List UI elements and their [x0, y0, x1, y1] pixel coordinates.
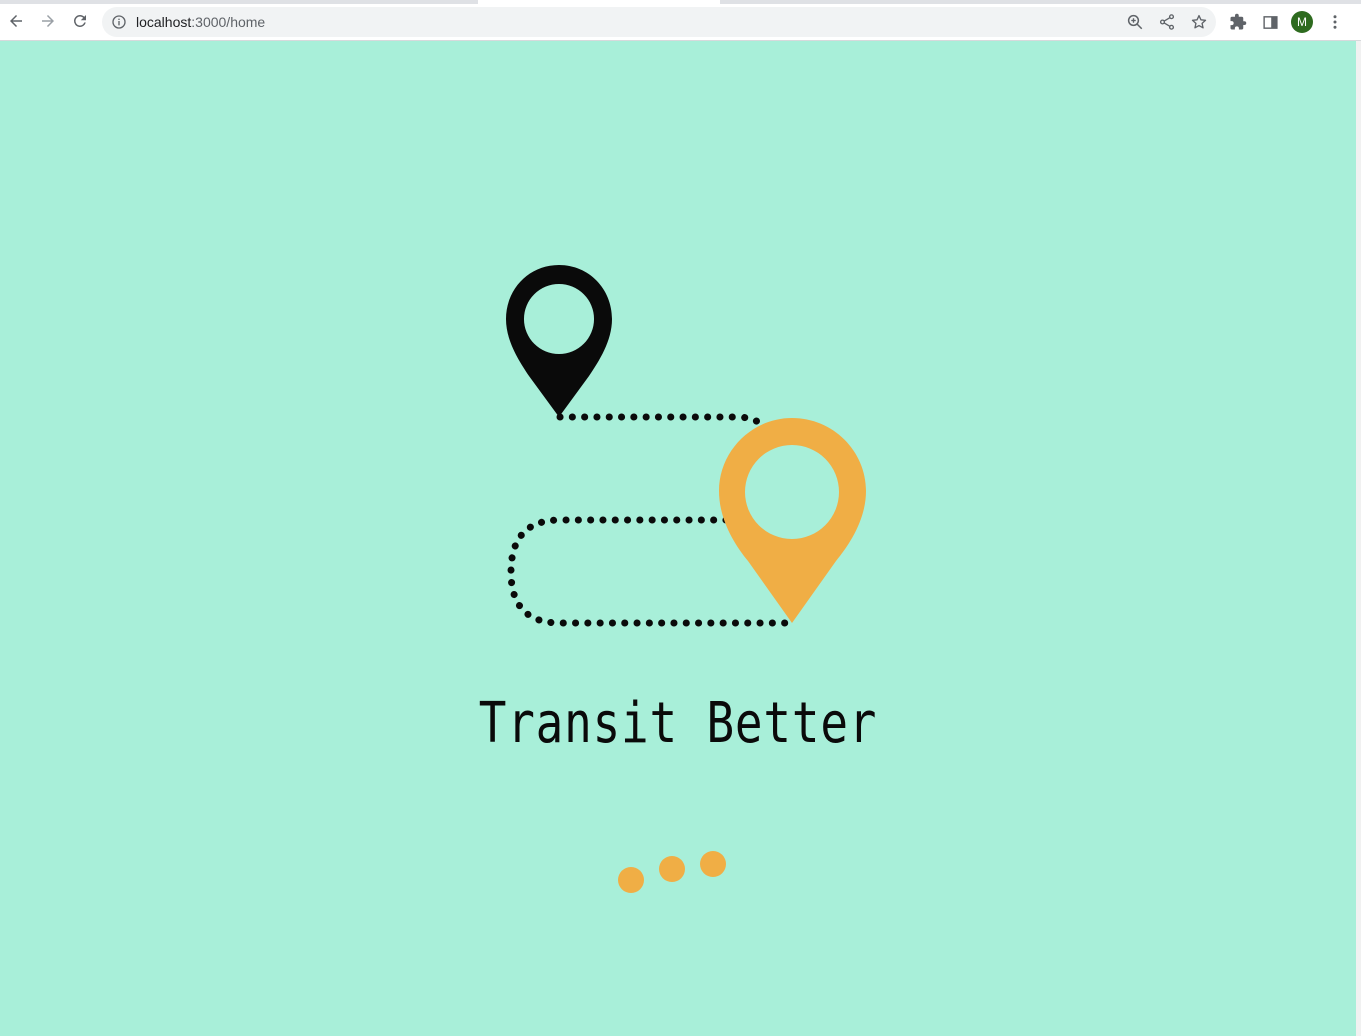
map-pin-icon [506, 265, 612, 417]
browser-window: localhost:3000/home M Transit Better [0, 0, 1361, 1036]
map-pin-icon [719, 418, 866, 623]
url-path: :3000/home [191, 14, 266, 30]
address-bar[interactable]: localhost:3000/home [102, 7, 1216, 37]
app-title: Transit Better [478, 691, 878, 756]
route-path [556, 413, 764, 427]
loading-dot [659, 856, 685, 882]
url-text[interactable]: localhost:3000/home [136, 14, 265, 30]
scrollbar[interactable] [1356, 41, 1361, 1036]
reload-icon [73, 14, 86, 27]
info-icon[interactable] [111, 14, 127, 30]
profile-avatar[interactable]: M [1291, 11, 1313, 33]
page-viewport: Transit Better [0, 41, 1356, 1036]
loading-dot [618, 867, 644, 893]
arrow-right-icon [42, 15, 54, 27]
kebab-menu-icon [1333, 15, 1337, 29]
zoom-in-icon[interactable] [1126, 13, 1144, 31]
reload-button[interactable] [68, 9, 92, 33]
loading-dot [700, 851, 726, 877]
side-panel-button[interactable] [1260, 12, 1280, 32]
forward-button[interactable] [36, 9, 60, 33]
browser-menu-button[interactable] [1325, 12, 1345, 32]
app-logo [506, 265, 866, 627]
arrow-left-icon [10, 15, 22, 27]
side-panel-icon [1262, 15, 1278, 29]
browser-toolbar: localhost:3000/home M [0, 4, 1361, 41]
share-icon[interactable] [1158, 13, 1176, 31]
url-host: localhost [136, 14, 192, 30]
star-icon[interactable] [1190, 13, 1208, 31]
back-button[interactable] [4, 9, 28, 33]
extensions-button[interactable] [1228, 12, 1248, 32]
puzzle-icon [1230, 13, 1247, 30]
